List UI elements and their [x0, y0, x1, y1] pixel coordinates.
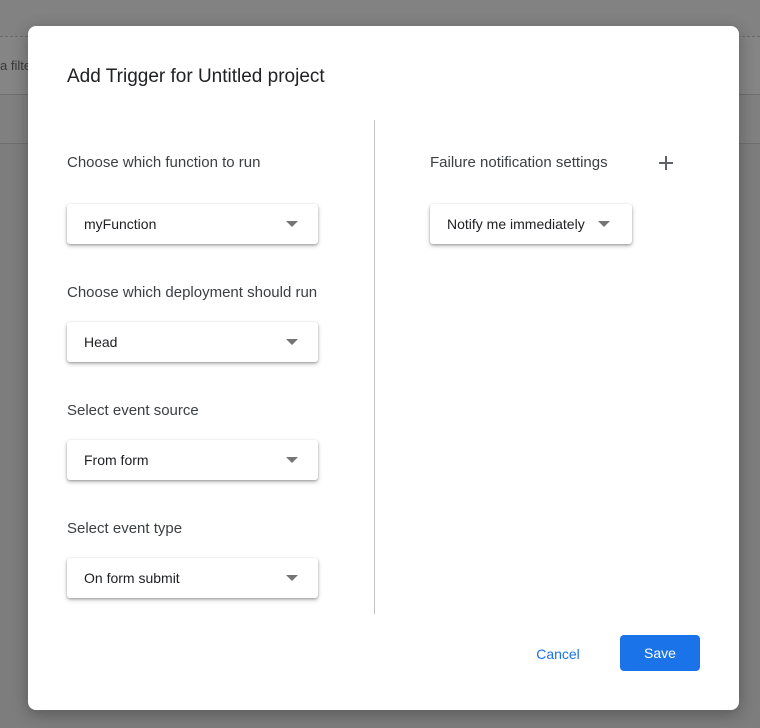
- column-divider: [374, 120, 375, 614]
- caret-down-icon: [286, 457, 298, 463]
- cancel-button[interactable]: Cancel: [522, 636, 594, 672]
- deployment-select[interactable]: Head: [67, 322, 318, 362]
- add-trigger-dialog: Add Trigger for Untitled project Choose …: [28, 26, 739, 710]
- deployment-select-value: Head: [84, 334, 118, 350]
- event-source-select-value: From form: [84, 452, 149, 468]
- failure-notification-select-value: Notify me immediately: [447, 216, 585, 232]
- background-filter-text: a filte: [0, 58, 32, 73]
- caret-down-icon: [598, 221, 610, 227]
- function-select[interactable]: myFunction: [67, 204, 318, 244]
- function-select-value: myFunction: [84, 216, 157, 232]
- event-source-label: Select event source: [67, 402, 199, 419]
- event-source-select[interactable]: From form: [67, 440, 318, 480]
- event-type-select-value: On form submit: [84, 570, 180, 586]
- event-type-label: Select event type: [67, 520, 183, 537]
- dialog-title: Add Trigger for Untitled project: [67, 66, 325, 87]
- deployment-label: Choose which deployment should run: [67, 284, 318, 301]
- caret-down-icon: [286, 575, 298, 581]
- save-button[interactable]: Save: [620, 635, 700, 671]
- plus-icon[interactable]: [657, 154, 675, 172]
- caret-down-icon: [286, 339, 298, 345]
- function-label: Choose which function to run: [67, 154, 261, 171]
- failure-notification-label: Failure notification settings: [430, 154, 608, 171]
- failure-notification-select[interactable]: Notify me immediately: [430, 204, 632, 244]
- caret-down-icon: [286, 221, 298, 227]
- event-type-select[interactable]: On form submit: [67, 558, 318, 598]
